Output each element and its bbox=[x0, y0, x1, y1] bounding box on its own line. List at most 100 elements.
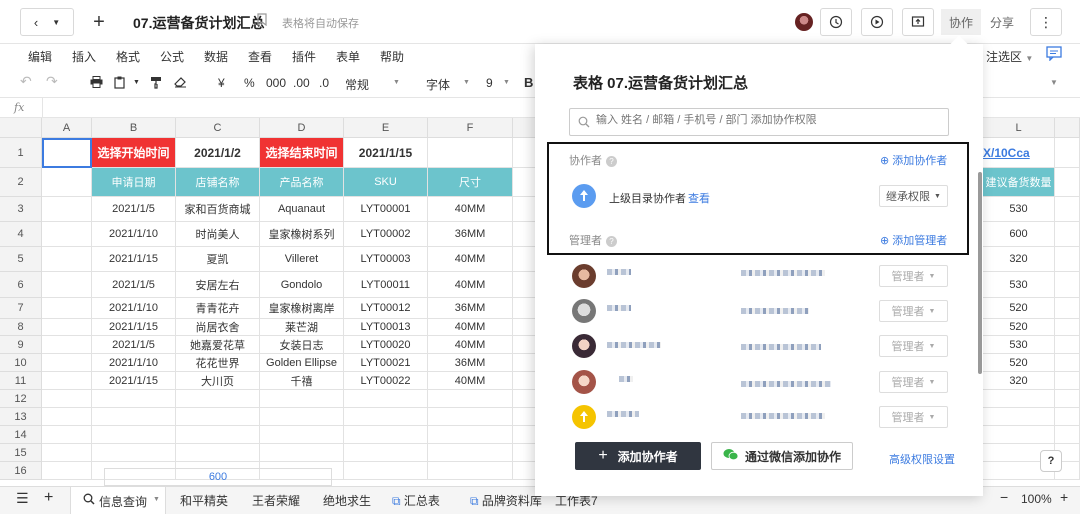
collaborator-search[interactable] bbox=[569, 108, 949, 136]
member-role-select[interactable]: 管理者 ▼ bbox=[879, 300, 948, 322]
row-header[interactable]: 11 bbox=[0, 372, 42, 390]
cell[interactable]: 40MM bbox=[428, 319, 513, 336]
cell[interactable]: 夏凯 bbox=[176, 247, 260, 272]
cell[interactable] bbox=[42, 336, 92, 354]
cell[interactable] bbox=[344, 462, 428, 480]
cell[interactable]: 皇家橡树系列 bbox=[260, 222, 344, 247]
column-header-b[interactable]: B bbox=[92, 118, 176, 138]
cell[interactable] bbox=[42, 354, 92, 372]
menu-selection-area[interactable]: 注选区 ▼ bbox=[986, 48, 1033, 65]
menu-formula[interactable]: 公式 bbox=[160, 48, 184, 65]
cell[interactable] bbox=[260, 390, 344, 408]
cell[interactable] bbox=[1055, 222, 1080, 247]
history-icon[interactable] bbox=[820, 8, 852, 36]
zoom-in-button[interactable]: + bbox=[1060, 489, 1068, 505]
chevron-down-icon[interactable]: ▼ bbox=[393, 79, 400, 86]
cell[interactable] bbox=[260, 408, 344, 426]
user-avatar[interactable] bbox=[795, 13, 813, 31]
cell[interactable] bbox=[42, 408, 92, 426]
menu-help[interactable]: 帮助 bbox=[380, 48, 404, 65]
cell[interactable]: 安居左右 bbox=[176, 272, 260, 298]
column-header-e[interactable]: E bbox=[344, 118, 428, 138]
cell[interactable] bbox=[92, 390, 176, 408]
bookmark-icon[interactable] bbox=[257, 13, 267, 29]
cell[interactable]: 36MM bbox=[428, 222, 513, 247]
cell[interactable]: LYT00021 bbox=[344, 354, 428, 372]
collaborate-tab[interactable]: 协作 bbox=[941, 9, 981, 35]
cell[interactable] bbox=[260, 426, 344, 444]
corner-select-all[interactable] bbox=[0, 118, 42, 138]
cell[interactable]: 2021/1/2 bbox=[176, 138, 260, 168]
cell-summary[interactable]: 600 bbox=[104, 468, 332, 486]
cell[interactable]: 40MM bbox=[428, 372, 513, 390]
cell[interactable] bbox=[344, 390, 428, 408]
zoom-out-button[interactable]: − bbox=[1000, 489, 1008, 505]
row-header[interactable]: 5 bbox=[0, 247, 42, 272]
member-role-select[interactable]: 管理者 ▼ bbox=[879, 335, 948, 357]
cell[interactable]: Aquanaut bbox=[260, 197, 344, 222]
cell[interactable]: 皇家橡树离岸 bbox=[260, 298, 344, 319]
cell[interactable] bbox=[1055, 168, 1080, 197]
menu-insert[interactable]: 插入 bbox=[72, 48, 96, 65]
cell[interactable] bbox=[1055, 426, 1080, 444]
cell[interactable] bbox=[92, 408, 176, 426]
menu-view[interactable]: 查看 bbox=[248, 48, 272, 65]
cell[interactable]: 花花世界 bbox=[176, 354, 260, 372]
cell[interactable] bbox=[1055, 272, 1080, 298]
cell[interactable]: 选择结束时间 bbox=[260, 138, 344, 168]
chevron-down-icon[interactable]: ▼ bbox=[133, 79, 140, 86]
column-header-a[interactable]: A bbox=[42, 118, 92, 138]
comment-icon[interactable] bbox=[1046, 46, 1062, 64]
collapse-toolbar-icon[interactable]: ▼ bbox=[1050, 78, 1058, 87]
row-header[interactable]: 10 bbox=[0, 354, 42, 372]
cell[interactable] bbox=[42, 222, 92, 247]
cell[interactable]: 520 bbox=[983, 298, 1055, 319]
help-icon[interactable]: ? bbox=[1040, 450, 1062, 472]
cell[interactable]: 2021/1/15 bbox=[92, 247, 176, 272]
cell[interactable]: 320 bbox=[983, 372, 1055, 390]
cell[interactable] bbox=[42, 298, 92, 319]
bold-button[interactable]: B bbox=[524, 75, 533, 90]
cell[interactable]: 产品名称 bbox=[260, 168, 344, 197]
cell[interactable] bbox=[42, 168, 92, 197]
decrease-decimal[interactable]: .0 bbox=[319, 76, 329, 90]
cell[interactable] bbox=[1055, 372, 1080, 390]
cell[interactable] bbox=[344, 444, 428, 462]
more-icon[interactable]: ⋮ bbox=[1030, 8, 1062, 36]
view-link[interactable]: 查看 bbox=[688, 190, 710, 206]
cell[interactable]: 家和百货商城 bbox=[176, 197, 260, 222]
row-header[interactable]: 4 bbox=[0, 222, 42, 247]
cell[interactable] bbox=[42, 372, 92, 390]
chevron-down-icon[interactable]: ▼ bbox=[463, 79, 470, 86]
cell[interactable] bbox=[344, 426, 428, 444]
chevron-down-icon[interactable]: ▼ bbox=[503, 79, 510, 86]
row-header[interactable]: 15 bbox=[0, 444, 42, 462]
cell[interactable]: 大川页 bbox=[176, 372, 260, 390]
font-select[interactable]: 字体 bbox=[426, 76, 450, 93]
cell[interactable]: 2021/1/10 bbox=[92, 222, 176, 247]
cell[interactable]: X/10Cca bbox=[983, 138, 1055, 168]
cell[interactable]: 40MM bbox=[428, 336, 513, 354]
cell[interactable]: 36MM bbox=[428, 298, 513, 319]
cell[interactable] bbox=[344, 408, 428, 426]
row-header[interactable]: 13 bbox=[0, 408, 42, 426]
chevron-down-icon[interactable]: ▼ bbox=[153, 496, 160, 503]
cell[interactable] bbox=[428, 426, 513, 444]
cell[interactable] bbox=[428, 408, 513, 426]
sheet-tab[interactable]: ⧉ 汇总表 bbox=[392, 492, 440, 509]
history-nav-button[interactable]: ‹ ▼ bbox=[20, 8, 74, 36]
cell[interactable] bbox=[42, 462, 92, 480]
cell[interactable] bbox=[428, 390, 513, 408]
cell[interactable] bbox=[1055, 138, 1080, 168]
row-header[interactable]: 14 bbox=[0, 426, 42, 444]
back-arrow-icon[interactable]: ‹ bbox=[34, 15, 38, 30]
column-header-f[interactable]: F bbox=[428, 118, 513, 138]
member-role-select[interactable]: 管理者 ▼ bbox=[879, 371, 948, 393]
number-format-select[interactable]: 常规 bbox=[345, 76, 369, 93]
inherit-permission-select[interactable]: 继承权限 ▼ bbox=[879, 185, 948, 207]
row-header[interactable]: 7 bbox=[0, 298, 42, 319]
cell[interactable]: 2021/1/10 bbox=[92, 298, 176, 319]
menu-form[interactable]: 表单 bbox=[336, 48, 360, 65]
cell[interactable]: 2021/1/5 bbox=[92, 272, 176, 298]
present-icon[interactable] bbox=[861, 8, 893, 36]
